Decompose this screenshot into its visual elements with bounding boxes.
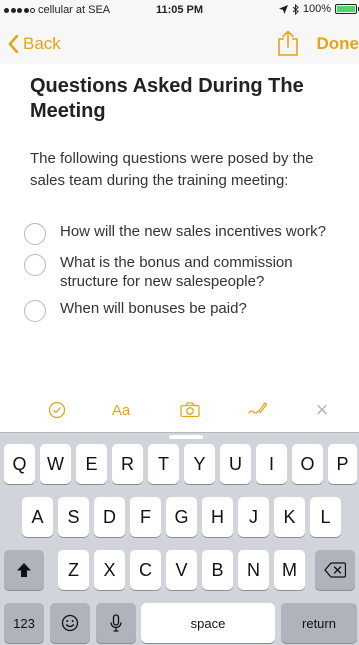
key-p[interactable]: P (328, 444, 357, 484)
space-key[interactable]: space (141, 603, 275, 643)
checkbox-circle-icon[interactable] (24, 300, 46, 322)
emoji-key[interactable] (50, 603, 90, 643)
backspace-icon (324, 562, 346, 578)
microphone-icon (110, 614, 122, 632)
key-v[interactable]: V (166, 550, 197, 590)
share-icon[interactable] (276, 30, 300, 56)
keyboard: Q W E R T Y U I O P A S D F G H J K L Z … (0, 432, 359, 645)
camera-icon (180, 402, 200, 418)
checklist-item: What is the bonus and commission structu… (24, 253, 354, 291)
checkbox-circle-icon[interactable] (24, 254, 46, 276)
format-toolbar: Aa × (0, 388, 359, 432)
checklist-item: How will the new sales incentives work? (24, 222, 354, 245)
key-w[interactable]: W (40, 444, 71, 484)
key-k[interactable]: K (274, 497, 305, 537)
key-h[interactable]: H (202, 497, 233, 537)
key-u[interactable]: U (220, 444, 251, 484)
back-label: Back (23, 34, 61, 53)
numbers-key[interactable]: 123 (4, 603, 44, 643)
key-s[interactable]: S (58, 497, 89, 537)
checklist-item: When will bonuses be paid? (24, 299, 354, 322)
delete-key[interactable] (315, 550, 355, 590)
note-body: The following questions were posed by th… (30, 150, 314, 189)
sketch-pen-icon (248, 402, 267, 414)
checklist-item-text: What is the bonus and commission structu… (60, 254, 293, 290)
key-y[interactable]: Y (184, 444, 215, 484)
checkbox-circle-icon[interactable] (24, 223, 46, 245)
checklist: How will the new sales incentives work? … (24, 222, 354, 330)
key-a[interactable]: A (22, 497, 53, 537)
key-e[interactable]: E (76, 444, 107, 484)
return-key[interactable]: return (281, 603, 357, 643)
key-g[interactable]: G (166, 497, 197, 537)
checkmark-circle-icon (48, 401, 66, 419)
checklist-item-text: How will the new sales incentives work? (60, 223, 326, 240)
key-d[interactable]: D (94, 497, 125, 537)
shift-key[interactable] (4, 550, 44, 590)
nav-bar: Back Done (0, 20, 359, 64)
key-i[interactable]: I (256, 444, 287, 484)
status-right: 100% (278, 3, 359, 15)
checklist-toggle-button[interactable] (46, 399, 68, 421)
key-f[interactable]: F (130, 497, 161, 537)
key-c[interactable]: C (130, 550, 161, 590)
key-o[interactable]: O (292, 444, 323, 484)
text-style-button[interactable]: Aa (108, 399, 134, 421)
back-button[interactable]: Back (8, 34, 61, 54)
note-content[interactable]: Questions Asked During The Meeting The f… (30, 74, 352, 192)
checklist-item-text: When will bonuses be paid? (60, 300, 247, 317)
keyboard-handle (169, 435, 203, 439)
camera-button[interactable] (178, 399, 202, 421)
status-bar: cellular at SEA 11:05 PM 100% (0, 0, 359, 20)
key-z[interactable]: Z (58, 550, 89, 590)
key-t[interactable]: T (148, 444, 179, 484)
battery-percent: 100% (302, 3, 331, 15)
key-b[interactable]: B (202, 550, 233, 590)
sketch-button[interactable] (245, 399, 269, 421)
location-arrow-icon (278, 4, 288, 14)
key-r[interactable]: R (112, 444, 143, 484)
close-icon[interactable]: × (311, 397, 333, 422)
key-l[interactable]: L (310, 497, 341, 537)
key-j[interactable]: J (238, 497, 269, 537)
dictation-key[interactable] (96, 603, 136, 643)
shift-arrow-icon (17, 563, 31, 577)
battery-icon (335, 4, 359, 14)
bluetooth-icon (292, 3, 299, 15)
emoji-smiley-icon (61, 614, 79, 632)
battery-fill (337, 6, 355, 12)
key-n[interactable]: N (238, 550, 269, 590)
key-m[interactable]: M (274, 550, 305, 590)
chevron-left-icon (8, 35, 19, 53)
done-button[interactable]: Done (317, 34, 359, 54)
note-title: Questions Asked During The Meeting (30, 75, 304, 122)
key-x[interactable]: X (94, 550, 125, 590)
key-q[interactable]: Q (4, 444, 35, 484)
